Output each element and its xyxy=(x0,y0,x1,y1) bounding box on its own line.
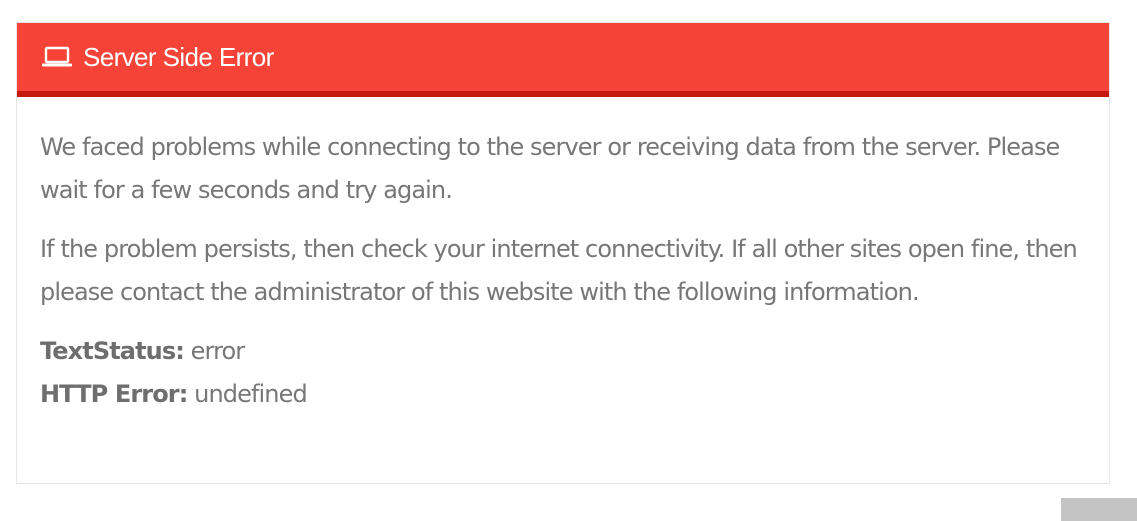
panel-body: We faced problems while connecting to th… xyxy=(40,126,1090,416)
text-status-line: TextStatus: error xyxy=(40,330,1090,373)
page: Server Side Error We faced problems whil… xyxy=(0,0,1137,521)
http-error-line: HTTP Error: undefined xyxy=(40,373,1090,416)
panel-header: Server Side Error xyxy=(17,23,1109,97)
error-panel: Server Side Error We faced problems whil… xyxy=(16,22,1110,484)
http-error-label: HTTP Error: xyxy=(40,380,188,408)
text-status-label: TextStatus: xyxy=(40,337,185,365)
troubleshooting-instructions: If the problem persists, then check your… xyxy=(40,235,1078,306)
error-description: We faced problems while connecting to th… xyxy=(40,133,1060,204)
http-error-value: undefined xyxy=(194,380,308,408)
scrollbar-thumb[interactable] xyxy=(1061,498,1137,521)
text-status-value: error xyxy=(190,337,246,365)
panel-title: Server Side Error xyxy=(83,41,274,72)
laptop-icon xyxy=(41,46,73,68)
